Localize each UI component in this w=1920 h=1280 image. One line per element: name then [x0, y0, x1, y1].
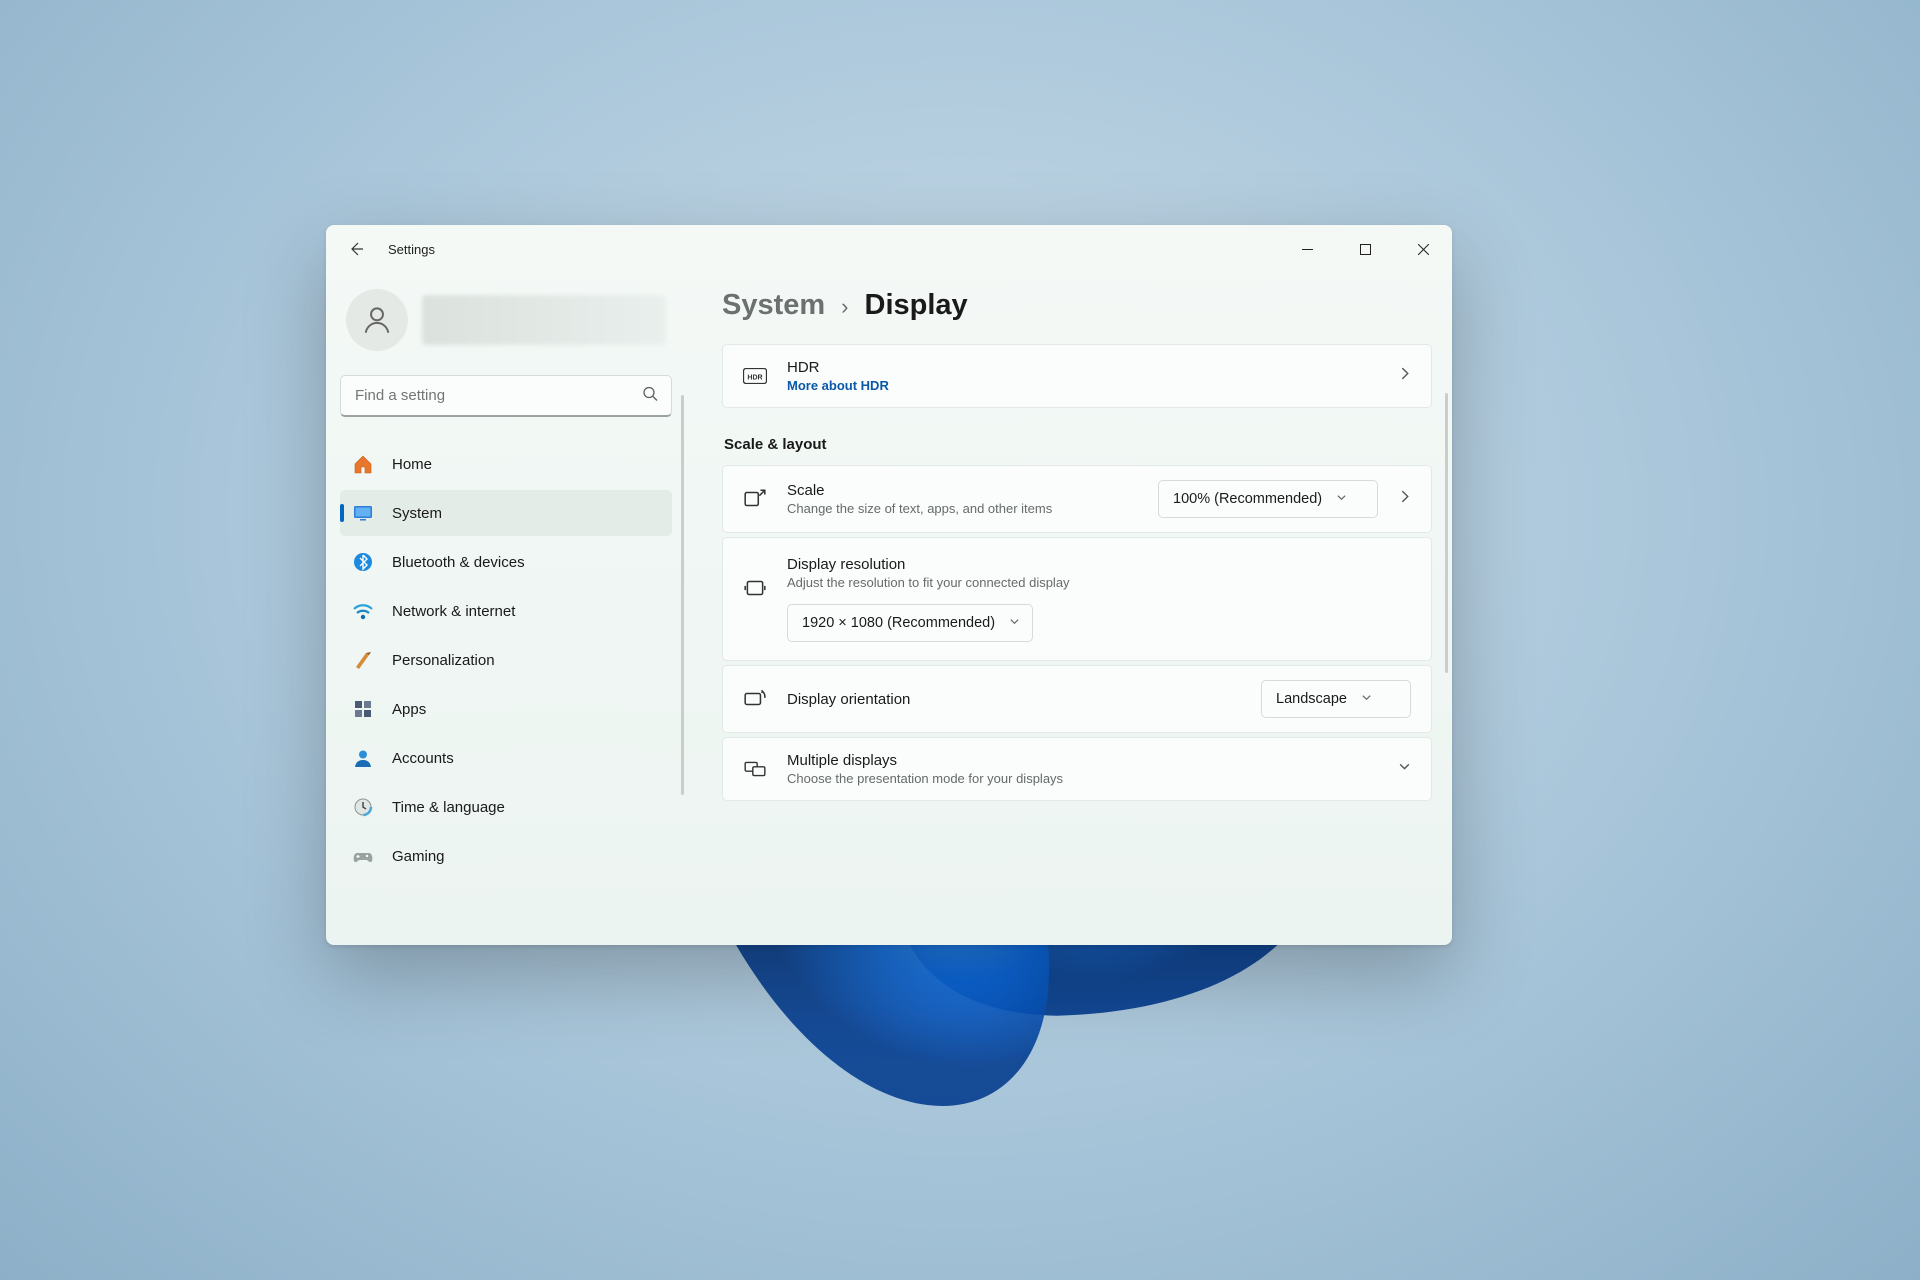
scale-value: 100% (Recommended): [1173, 491, 1322, 507]
chevron-right-icon: [1398, 490, 1411, 508]
main-scrollbar[interactable]: [1445, 393, 1448, 673]
scale-card[interactable]: Scale Change the size of text, apps, and…: [722, 465, 1432, 533]
nav-label: Network & internet: [392, 603, 515, 620]
close-button[interactable]: [1394, 225, 1452, 273]
nav-label: Personalization: [392, 652, 495, 669]
nav-label: Bluetooth & devices: [392, 554, 525, 571]
nav-item-accounts[interactable]: Accounts: [340, 735, 672, 781]
maximize-button[interactable]: [1336, 225, 1394, 273]
breadcrumb-current: Display: [865, 289, 968, 322]
account-name-redacted: [422, 295, 666, 345]
multiple-sub: Choose the presentation mode for your di…: [787, 771, 1378, 786]
nav-label: Accounts: [392, 750, 454, 767]
scale-sub: Change the size of text, apps, and other…: [787, 501, 1138, 516]
nav-item-apps[interactable]: Apps: [340, 686, 672, 732]
resolution-icon: [743, 576, 767, 600]
window-controls: [1278, 225, 1452, 273]
chevron-right-icon: [1398, 367, 1411, 385]
resolution-value: 1920 × 1080 (Recommended): [802, 615, 995, 631]
hdr-link[interactable]: More about HDR: [787, 378, 1378, 393]
search-icon: [642, 386, 658, 407]
home-icon: [352, 453, 374, 475]
chevron-down-icon: [1398, 760, 1411, 778]
settings-window: Settings: [326, 225, 1452, 945]
multiple-displays-icon: [743, 757, 767, 781]
search-box: [340, 375, 672, 417]
orientation-icon: [743, 687, 767, 711]
bluetooth-icon: [352, 551, 374, 573]
network-icon: [352, 600, 374, 622]
nav-list: Home System Bluetooth & devices Network …: [340, 441, 672, 879]
multiple-title: Multiple displays: [787, 752, 1378, 769]
sidebar: Home System Bluetooth & devices Network …: [326, 273, 686, 945]
scale-icon: [743, 487, 767, 511]
chevron-down-icon: [1336, 491, 1347, 507]
scale-title: Scale: [787, 482, 1138, 499]
orientation-dropdown[interactable]: Landscape: [1261, 680, 1411, 718]
resolution-sub: Adjust the resolution to fit your connec…: [787, 575, 1411, 590]
nav-label: System: [392, 505, 442, 522]
hdr-card[interactable]: HDR HDR More about HDR: [722, 344, 1432, 408]
breadcrumb-separator-icon: ›: [841, 294, 848, 320]
gaming-icon: [352, 845, 374, 867]
app-title: Settings: [388, 242, 435, 257]
titlebar: Settings: [326, 225, 1452, 273]
nav-label: Gaming: [392, 848, 445, 865]
orientation-card: Display orientation Landscape: [722, 665, 1432, 733]
multiple-displays-card[interactable]: Multiple displays Choose the presentatio…: [722, 737, 1432, 801]
resolution-card: Display resolution Adjust the resolution…: [722, 537, 1432, 661]
minimize-button[interactable]: [1278, 225, 1336, 273]
nav-item-bluetooth[interactable]: Bluetooth & devices: [340, 539, 672, 585]
nav-item-network[interactable]: Network & internet: [340, 588, 672, 634]
orientation-value: Landscape: [1276, 691, 1347, 707]
system-icon: [352, 502, 374, 524]
nav-item-gaming[interactable]: Gaming: [340, 833, 672, 879]
nav-label: Apps: [392, 701, 426, 718]
section-scale-layout: Scale & layout: [724, 436, 1432, 453]
hdr-title: HDR: [787, 359, 1378, 376]
hdr-icon: HDR: [743, 364, 767, 388]
avatar: [346, 289, 408, 351]
nav-item-personalization[interactable]: Personalization: [340, 637, 672, 683]
nav-item-home[interactable]: Home: [340, 441, 672, 487]
orientation-title: Display orientation: [787, 691, 1241, 708]
breadcrumb: System › Display: [722, 289, 1432, 322]
main-content: System › Display HDR HDR More about HDR …: [686, 273, 1452, 945]
chevron-down-icon: [1009, 615, 1020, 631]
sidebar-scrollbar[interactable]: [681, 395, 684, 795]
resolution-title: Display resolution: [787, 556, 1411, 573]
back-button[interactable]: [346, 239, 366, 259]
nav-label: Time & language: [392, 799, 505, 816]
chevron-down-icon: [1361, 691, 1372, 707]
personalization-icon: [352, 649, 374, 671]
scale-dropdown[interactable]: 100% (Recommended): [1158, 480, 1378, 518]
accounts-icon: [352, 747, 374, 769]
nav-label: Home: [392, 456, 432, 473]
resolution-dropdown[interactable]: 1920 × 1080 (Recommended): [787, 604, 1033, 642]
svg-text:HDR: HDR: [747, 375, 762, 382]
breadcrumb-parent[interactable]: System: [722, 289, 825, 322]
nav-item-system[interactable]: System: [340, 490, 672, 536]
account-row[interactable]: [340, 281, 672, 375]
search-input[interactable]: [340, 375, 672, 417]
nav-item-time-language[interactable]: Time & language: [340, 784, 672, 830]
apps-icon: [352, 698, 374, 720]
time-language-icon: [352, 796, 374, 818]
